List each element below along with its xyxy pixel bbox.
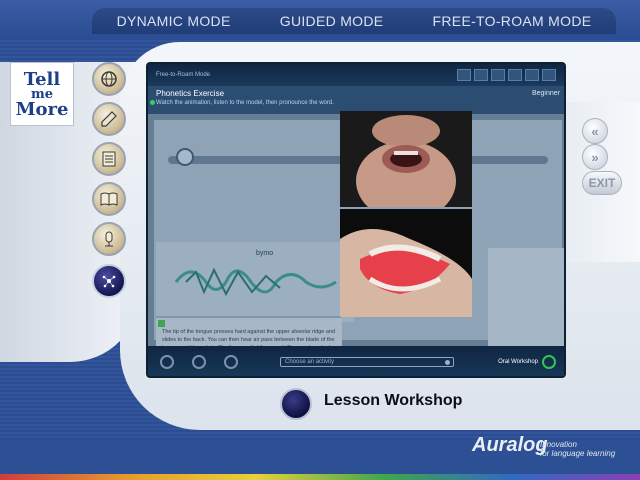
oral-workshop-button[interactable]: Oral Workshop bbox=[498, 355, 556, 369]
activity-selector[interactable]: Choose an activity bbox=[280, 357, 454, 367]
mouth-front-photo bbox=[340, 111, 472, 207]
exercise-header: Phonetics Exercise Watch the animation, … bbox=[148, 86, 564, 114]
double-chevron-left-icon: « bbox=[591, 123, 599, 139]
record-icon[interactable] bbox=[224, 355, 238, 369]
toolbar-button-5[interactable] bbox=[525, 69, 539, 81]
exercise-instruction: Watch the animation, listen to the model… bbox=[156, 100, 334, 106]
toolbar-button-1[interactable] bbox=[457, 69, 471, 81]
mouth-section-graphic bbox=[340, 209, 472, 317]
pen-icon bbox=[101, 111, 117, 127]
mouth-front-graphic bbox=[340, 111, 472, 207]
microphone-icon bbox=[105, 231, 113, 247]
mouth-cross-section-photo bbox=[340, 209, 472, 317]
waveform-panel bbox=[156, 242, 354, 322]
status-dot bbox=[150, 100, 155, 105]
repeat-icon[interactable] bbox=[192, 355, 206, 369]
toolbar-button-6[interactable] bbox=[542, 69, 556, 81]
toolbar-button-2[interactable] bbox=[474, 69, 488, 81]
tell-me-more-logo: Tell me More bbox=[10, 62, 74, 126]
forward-button[interactable]: » bbox=[582, 144, 608, 170]
screen-bottom-bar: Choose an activity Oral Workshop bbox=[148, 346, 564, 376]
exercise-title: Phonetics Exercise bbox=[156, 89, 225, 98]
oral-workshop-label: Oral Workshop bbox=[498, 359, 538, 365]
back-button[interactable]: « bbox=[582, 118, 608, 144]
oral-workshop-ring-icon bbox=[542, 355, 556, 369]
toolbar-button-4[interactable] bbox=[508, 69, 522, 81]
activity-knob bbox=[445, 360, 450, 365]
double-chevron-right-icon: » bbox=[591, 149, 599, 165]
breadcrumb: Free-to-Roam Mode bbox=[156, 72, 211, 78]
mode-free-to-roam[interactable]: FREE-TO-ROAM MODE bbox=[433, 13, 592, 29]
notebook-icon bbox=[102, 151, 116, 167]
book-button[interactable] bbox=[92, 182, 126, 216]
mode-guided[interactable]: GUIDED MODE bbox=[280, 13, 384, 29]
notebook-button[interactable] bbox=[92, 142, 126, 176]
workshop-icon bbox=[102, 275, 116, 288]
lesson-workshop-label: Lesson Workshop bbox=[324, 392, 463, 409]
book-icon bbox=[100, 192, 118, 206]
rainbow-strip bbox=[0, 474, 640, 480]
mode-dynamic[interactable]: DYNAMIC MODE bbox=[117, 13, 231, 29]
toolbar-button-3[interactable] bbox=[491, 69, 505, 81]
target-word: bymo bbox=[256, 250, 274, 257]
level-label: Beginner bbox=[531, 90, 560, 97]
play-icon[interactable] bbox=[160, 355, 174, 369]
screen-toolbar: Free-to-Roam Mode bbox=[148, 64, 564, 86]
exit-button[interactable]: EXIT bbox=[582, 171, 622, 195]
lesson-workshop-icon[interactable] bbox=[280, 388, 312, 420]
workshop-button[interactable] bbox=[92, 264, 126, 298]
waveform-graphic bbox=[174, 267, 337, 297]
info-icon bbox=[158, 320, 165, 327]
microphone-button[interactable] bbox=[92, 222, 126, 256]
writing-button[interactable] bbox=[92, 102, 126, 136]
auralog-tagline: Innovation for language learning bbox=[540, 440, 616, 458]
globe-icon bbox=[101, 71, 117, 87]
record-microphone-icon[interactable] bbox=[176, 148, 194, 166]
globe-button[interactable] bbox=[92, 62, 126, 96]
activity-placeholder: Choose an activity bbox=[285, 359, 335, 365]
mode-bar: DYNAMIC MODE GUIDED MODE FREE-TO-ROAM MO… bbox=[92, 8, 616, 34]
auralog-brand: Auralog bbox=[472, 434, 548, 456]
